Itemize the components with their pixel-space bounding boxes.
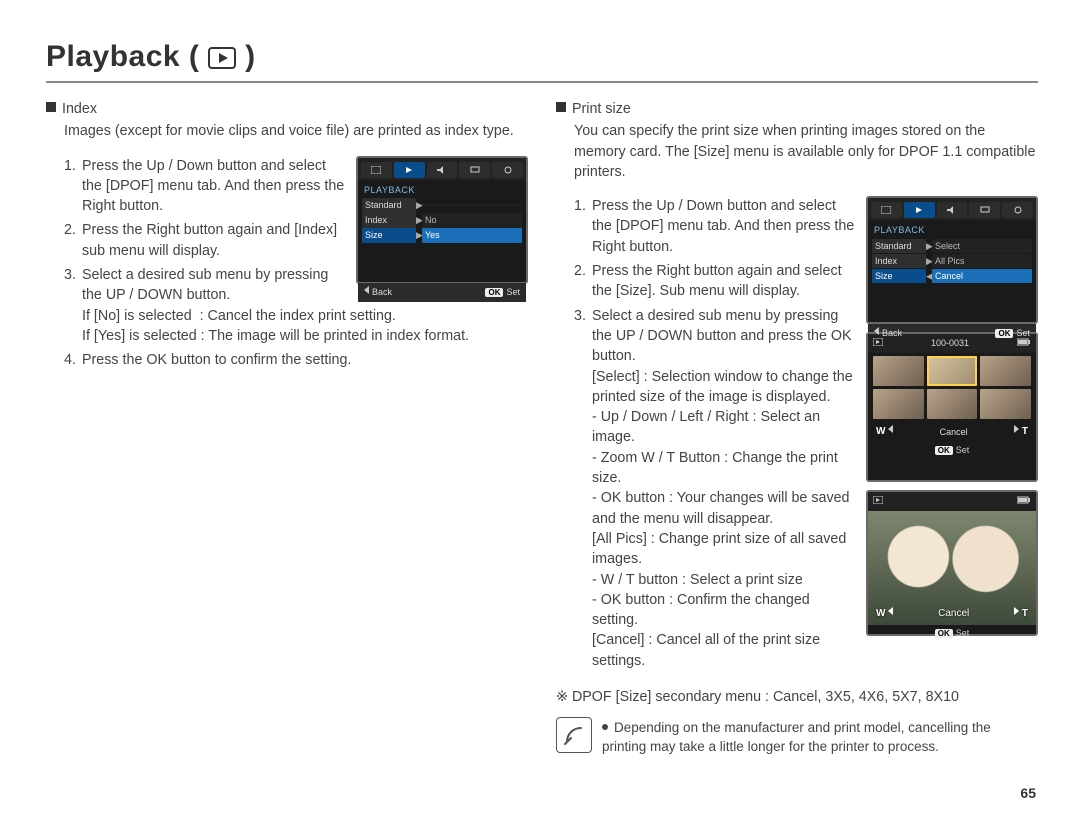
index-desc: Images (except for movie clips and voice… xyxy=(64,121,528,141)
page-title: Playback ( ) xyxy=(46,40,1038,75)
step-sub: [All Pics] : Change print size of all sa… xyxy=(592,529,1038,570)
step-sub: - OK button : Confirm the changed settin… xyxy=(592,590,1038,631)
step-sub: [Select] : Selection window to change th… xyxy=(592,367,1038,408)
square-bullet-icon xyxy=(46,102,56,112)
square-bullet-icon xyxy=(556,102,566,112)
step-sub: - Up / Down / Left / Right : Select an i… xyxy=(592,407,1038,448)
playback-icon xyxy=(208,41,236,75)
col-index: Index Images (except for movie clips and… xyxy=(46,99,528,757)
section-heading: Print size xyxy=(572,101,631,117)
step: Press the Up / Down button and select th… xyxy=(64,156,528,217)
title-rule xyxy=(46,81,1038,83)
columns: Index Images (except for movie clips and… xyxy=(46,99,1038,757)
section-heading: Index xyxy=(62,101,97,117)
section-title-printsize: Print size xyxy=(556,99,1038,119)
title-close: ) xyxy=(245,40,256,73)
col-printsize: Print size You can specify the print siz… xyxy=(556,99,1038,757)
step-sub: - Zoom W / T Button : Change the print s… xyxy=(592,448,1038,489)
printsize-desc: You can specify the print size when prin… xyxy=(574,121,1038,182)
step: Select a desired sub menu by pressing th… xyxy=(64,265,528,346)
secondary-menu-note: ※ DPOF [Size] secondary menu : Cancel, 3… xyxy=(556,687,1038,707)
step: Press the Up / Down button and select th… xyxy=(574,196,1038,257)
section-title-index: Index xyxy=(46,99,528,119)
step-sub: If [No] is selected : Cancel the index p… xyxy=(82,306,528,326)
note-icon xyxy=(556,717,592,753)
note-text: Depending on the manufacturer and print … xyxy=(602,717,1038,757)
printsize-steps: Press the Up / Down button and select th… xyxy=(574,196,1038,671)
step-sub: [Cancel] : Cancel all of the print size … xyxy=(592,630,1038,671)
step: Press the Right button again and [Index]… xyxy=(64,220,528,261)
step: Select a desired sub menu by pressing th… xyxy=(574,306,1038,671)
page-number: 65 xyxy=(1020,785,1036,801)
note-row: Depending on the manufacturer and print … xyxy=(556,717,1038,757)
step-sub: - OK button : Your changes will be saved… xyxy=(592,488,1038,529)
step-sub: - W / T button : Select a print size xyxy=(592,570,1038,590)
bullet-icon xyxy=(602,724,608,730)
step: Press the Right button again and select … xyxy=(574,261,1038,302)
step: Press the OK button to confirm the setti… xyxy=(64,350,528,370)
step-sub: If [Yes] is selected : The image will be… xyxy=(82,326,528,346)
page: Playback ( ) Index Images (except for mo… xyxy=(0,0,1080,815)
title-text: Playback ( xyxy=(46,40,199,73)
